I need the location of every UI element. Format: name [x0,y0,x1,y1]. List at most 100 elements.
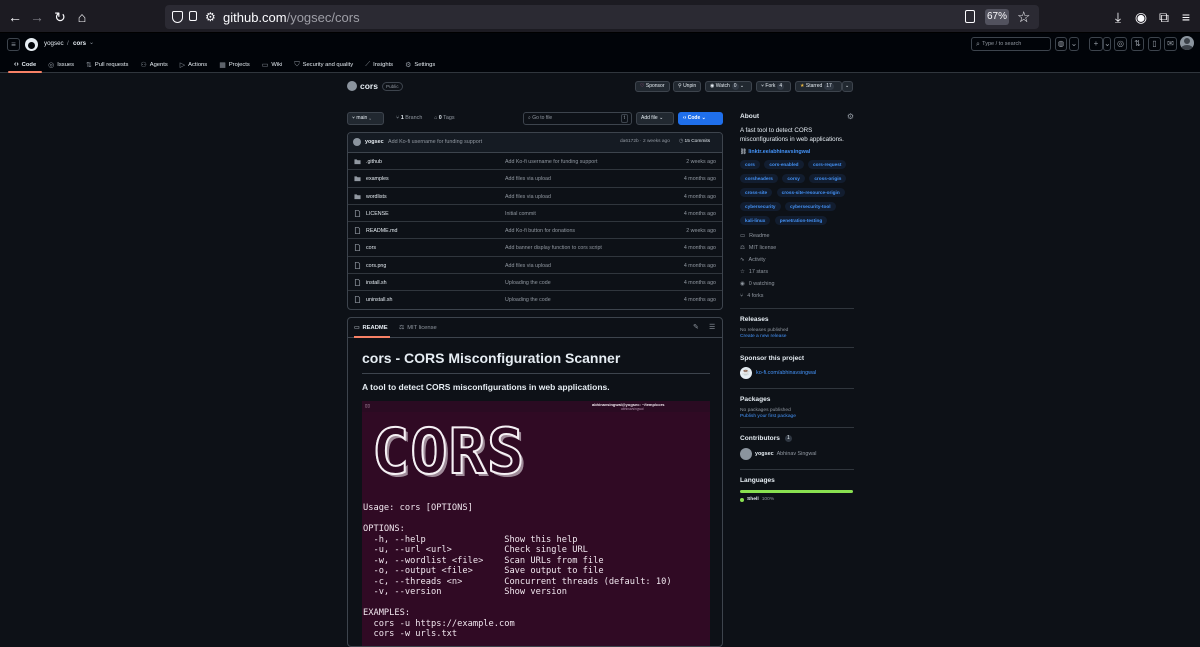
url-bar[interactable]: ⚙ github.com/yogsec/cors 67% ☆ [165,5,1039,29]
avatar[interactable] [1180,36,1194,50]
file-name[interactable]: install.sh [366,280,387,286]
code-button[interactable]: ‹› Code ⌄ [678,112,723,125]
hamburger-menu-icon[interactable]: ≡ [7,38,20,51]
shield-icon[interactable] [172,11,183,23]
url-text[interactable]: github.com/yogsec/cors [223,10,360,25]
tab-readme[interactable]: ▭ README [354,318,390,338]
file-commit-message[interactable]: Add banner display function to cors scri… [505,245,602,251]
packages-heading[interactable]: Packages [740,396,854,403]
repositories-icon[interactable]: ▯ [1148,37,1161,51]
go-to-file-input[interactable]: ⌕ Go to file t [523,112,632,125]
copilot-icon[interactable]: ◍ [1055,37,1067,51]
extensions-icon[interactable]: ⧉ [1155,8,1173,26]
owner-link[interactable]: yogsec [44,40,64,47]
topic-tag[interactable]: corsheaders [740,174,778,183]
github-logo-icon[interactable] [25,38,38,51]
edit-pencil-icon[interactable]: ✎ [693,323,699,331]
pull-requests-icon[interactable]: ⇅ [1131,37,1144,51]
unpin-button[interactable]: ⚲ Unpin [673,81,702,92]
file-row[interactable]: cors.png Add files via upload 4 months ago [348,257,722,275]
file-commit-message[interactable]: Add files via upload [505,263,551,269]
file-name[interactable]: uninstall.sh [366,297,393,303]
tab-wiki[interactable]: ▭ Wiki [256,56,289,73]
topic-tag[interactable]: cors [740,160,760,169]
star-list-dropdown[interactable]: ⌄ [842,81,853,92]
back-icon[interactable]: ← [6,8,24,26]
topic-tag[interactable]: cross-site [740,188,773,197]
topic-tag[interactable]: cors-enabled [764,160,804,169]
issues-icon[interactable]: ◎ [1114,37,1127,51]
releases-heading[interactable]: Releases [740,316,854,323]
contributors-heading[interactable]: Contributors [740,435,780,442]
branch-select[interactable]: ⑂ main ⌄ [347,112,384,125]
topic-tag[interactable]: penetration-testing [774,216,828,225]
topic-tag[interactable]: cross-site-resource-origin [776,188,845,197]
tab-pull-requests[interactable]: ⇅ Pull requests [80,56,134,73]
file-row[interactable]: install.sh Uploading the code 4 months ago [348,274,722,292]
file-commit-message[interactable]: Add files via upload [505,176,551,182]
file-row[interactable]: .github Add Ko-fi username for funding su… [348,153,722,171]
menu-icon[interactable]: ≡ [1177,8,1195,26]
permissions-icon[interactable]: ⚙ [205,10,216,24]
activity-link[interactable]: ∿ Activity [740,254,854,266]
topic-tag[interactable]: cross-origin [809,174,847,183]
file-name[interactable]: cors.png [366,263,386,269]
commit-message[interactable]: Add Ko-fi username for funding support [388,139,482,145]
lock-icon[interactable] [189,11,197,21]
inbox-icon[interactable]: ✉ [1164,37,1177,51]
file-commit-message[interactable]: Add files via upload [505,194,551,200]
star-button[interactable]: ★ Starred 17 [795,81,842,92]
watchers-link[interactable]: ◉ 0 watching [740,278,854,290]
chevron-down-icon[interactable]: ⌄ [89,39,94,46]
file-row[interactable]: examples Add files via upload 4 months ago [348,170,722,188]
kofi-link[interactable]: ☕ ko-fi.com/abhinavsingwal [740,367,854,379]
file-commit-message[interactable]: Uploading the code [505,280,551,286]
tab-actions[interactable]: ▷ Actions [174,56,213,73]
downloads-icon[interactable]: ⤓ [1109,8,1127,26]
language-item[interactable]: Shell 100% [740,497,854,502]
tab-agents[interactable]: ⚇ Agents [134,56,173,73]
outline-list-icon[interactable]: ☰ [709,323,715,331]
file-name[interactable]: examples [366,176,389,182]
topic-tag[interactable]: cybersecurity [740,202,781,211]
license-link[interactable]: ⚖ MIT license [740,242,854,254]
file-commit-message[interactable]: Uploading the code [505,297,551,303]
fork-button[interactable]: ⑂ Fork 4 [756,81,791,92]
reload-icon[interactable]: ↻ [51,8,69,26]
file-name[interactable]: .github [366,159,382,165]
readme-link[interactable]: ▭ Readme [740,230,854,242]
tab-issues[interactable]: ◎ Issues [42,56,80,73]
repo-link[interactable]: cors [73,40,86,47]
repo-owner-avatar[interactable] [347,81,357,91]
commits-link[interactable]: ◷ 15 Commits [679,139,710,144]
topic-tag[interactable]: cors-request [808,160,847,169]
tab-insights[interactable]: ⟋ Insights [359,56,399,73]
publish-package-link[interactable]: Publish your first package [740,414,854,419]
tab-projects[interactable]: ▦ Projects [213,56,256,73]
copilot-dropdown-icon[interactable]: ⌄ [1069,37,1079,51]
file-name[interactable]: README.md [366,228,398,234]
avatar[interactable] [353,138,361,146]
file-name[interactable]: wordlists [366,194,387,200]
tab-settings[interactable]: ⚙ Settings [399,56,441,73]
forks-link[interactable]: ⑂ 4 forks [740,290,854,302]
website-link[interactable]: ⛓ linktr.ee/abhinavsingwal [740,149,854,155]
tab-license[interactable]: ⚖ MIT license [399,318,437,338]
file-row[interactable]: LICENSE Initial commit 4 months ago [348,205,722,223]
file-row[interactable]: uninstall.sh Uploading the code 4 months a… [348,291,722,308]
file-commit-message[interactable]: Add Ko-fi button for donations [505,228,575,234]
gear-icon[interactable]: ⚙ [847,112,854,121]
file-name[interactable]: LICENSE [366,211,389,217]
stars-link[interactable]: ☆ 17 stars [740,266,854,278]
create-dropdown-icon[interactable]: ⌄ [1103,37,1111,51]
branches-link[interactable]: ⑂ 1 Branch [396,115,422,121]
topic-tag[interactable]: cybersecurity-tool [784,202,836,211]
bookmark-star-icon[interactable]: ☆ [1017,8,1030,26]
create-release-link[interactable]: Create a new release [740,334,854,339]
repo-name[interactable]: cors [360,81,378,91]
file-row[interactable]: cors Add banner display function to cors … [348,239,722,257]
file-commit-message[interactable]: Initial commit [505,211,536,217]
account-icon[interactable]: ◉ [1132,8,1150,26]
zoom-indicator[interactable]: 67% [985,9,1009,25]
forward-icon[interactable]: → [28,8,46,26]
